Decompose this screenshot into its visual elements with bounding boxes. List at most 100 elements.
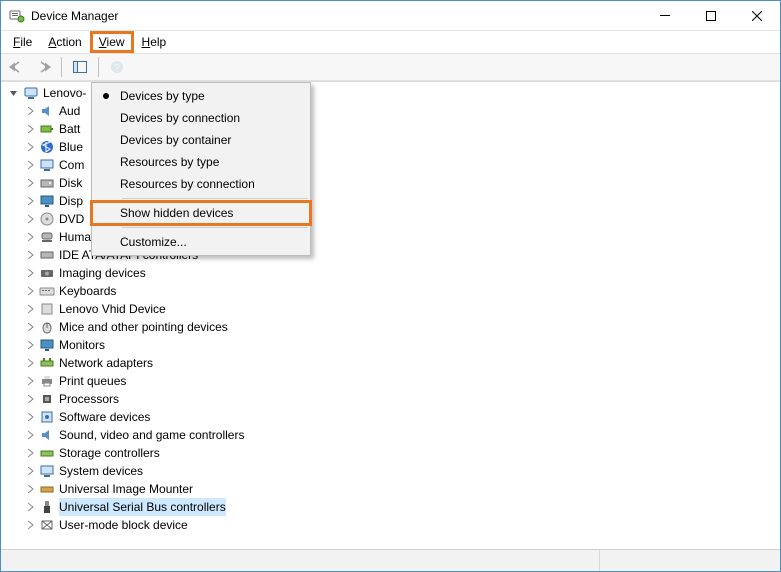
menu-view[interactable]: View — [90, 31, 134, 53]
expander-closed-icon[interactable] — [23, 284, 37, 298]
expander-closed-icon[interactable] — [23, 266, 37, 280]
menu-separator — [122, 198, 308, 199]
expander-closed-icon[interactable] — [23, 194, 37, 208]
expander-closed-icon[interactable] — [23, 176, 37, 190]
expander-closed-icon[interactable] — [23, 374, 37, 388]
tree-item[interactable]: Mice and other pointing devices — [7, 318, 780, 336]
menu-customize[interactable]: Customize... — [92, 231, 310, 253]
menu-file[interactable]: File — [5, 33, 40, 51]
status-cell — [600, 550, 780, 571]
expander-closed-icon[interactable] — [23, 320, 37, 334]
tree-item[interactable]: Network adapters — [7, 354, 780, 372]
radio-selected-icon — [92, 92, 120, 100]
software-icon — [39, 409, 55, 425]
expander-closed-icon[interactable] — [23, 158, 37, 172]
titlebar: Device Manager — [1, 1, 780, 31]
keyboard-icon — [39, 283, 55, 299]
tree-item[interactable]: Keyboards — [7, 282, 780, 300]
monitor-icon — [39, 337, 55, 353]
usb-icon — [39, 499, 55, 515]
expander-closed-icon[interactable] — [23, 302, 37, 316]
tree-item[interactable]: Sound, video and game controllers — [7, 426, 780, 444]
tree-item[interactable]: Print queues — [7, 372, 780, 390]
expander-closed-icon[interactable] — [23, 338, 37, 352]
expander-open-icon[interactable] — [7, 86, 21, 100]
forward-button[interactable] — [31, 56, 55, 78]
expander-closed-icon[interactable] — [23, 230, 37, 244]
block-device-icon — [39, 517, 55, 533]
expander-closed-icon[interactable] — [23, 518, 37, 532]
tree-item[interactable]: System devices — [7, 462, 780, 480]
bluetooth-icon — [39, 139, 55, 155]
menubar: File Action View Help — [1, 31, 780, 53]
menu-resources-by-connection[interactable]: Resources by connection — [92, 173, 310, 195]
storage-icon — [39, 445, 55, 461]
camera-icon — [39, 265, 55, 281]
computer-icon — [39, 157, 55, 173]
menu-devices-by-type[interactable]: Devices by type — [92, 85, 310, 107]
tree-item[interactable]: User-mode block device — [7, 516, 780, 534]
content-area: Lenovo- Aud Batt Blue Com — [1, 81, 780, 549]
ide-icon — [39, 247, 55, 263]
expander-closed-icon[interactable] — [23, 356, 37, 370]
menu-resources-by-type[interactable]: Resources by type — [92, 151, 310, 173]
window-title: Device Manager — [31, 9, 642, 23]
network-icon — [39, 355, 55, 371]
audio-icon — [39, 103, 55, 119]
device-manager-window: Device Manager File Action View Help ? — [0, 0, 781, 572]
back-button[interactable] — [5, 56, 29, 78]
expander-closed-icon[interactable] — [23, 248, 37, 262]
close-button[interactable] — [734, 1, 780, 31]
expander-closed-icon[interactable] — [23, 122, 37, 136]
expander-closed-icon[interactable] — [23, 482, 37, 496]
tree-root-label: Lenovo- — [43, 84, 86, 102]
tree-item[interactable]: Universal Image Mounter — [7, 480, 780, 498]
toolbar: ? — [1, 53, 780, 81]
menu-action[interactable]: Action — [40, 33, 89, 51]
disk-icon — [39, 175, 55, 191]
toolbar-separator — [98, 57, 99, 77]
svg-text:?: ? — [114, 63, 120, 74]
mouse-icon — [39, 319, 55, 335]
expander-closed-icon[interactable] — [23, 140, 37, 154]
expander-closed-icon[interactable] — [23, 464, 37, 478]
minimize-button[interactable] — [642, 1, 688, 31]
show-hide-tree-button[interactable] — [68, 56, 92, 78]
help-button[interactable]: ? — [105, 56, 129, 78]
display-icon — [39, 193, 55, 209]
tree-item[interactable]: Lenovo Vhid Device — [7, 300, 780, 318]
maximize-button[interactable] — [688, 1, 734, 31]
app-icon — [9, 8, 25, 24]
menu-devices-by-container[interactable]: Devices by container — [92, 129, 310, 151]
menu-devices-by-connection[interactable]: Devices by connection — [92, 107, 310, 129]
toolbar-separator — [61, 57, 62, 77]
status-cell — [1, 550, 600, 571]
tree-item-usb[interactable]: Universal Serial Bus controllers — [7, 498, 780, 516]
battery-icon — [39, 121, 55, 137]
hid-icon — [39, 229, 55, 245]
system-icon — [39, 463, 55, 479]
tree-item[interactable]: Software devices — [7, 408, 780, 426]
menu-separator — [122, 227, 308, 228]
expander-closed-icon[interactable] — [23, 428, 37, 442]
tree-item[interactable]: Storage controllers — [7, 444, 780, 462]
tree-item[interactable]: Monitors — [7, 336, 780, 354]
menu-help[interactable]: Help — [134, 33, 175, 51]
expander-closed-icon[interactable] — [23, 446, 37, 460]
mount-icon — [39, 481, 55, 497]
printer-icon — [39, 373, 55, 389]
expander-closed-icon[interactable] — [23, 212, 37, 226]
expander-closed-icon[interactable] — [23, 500, 37, 514]
expander-closed-icon[interactable] — [23, 410, 37, 424]
sound-icon — [39, 427, 55, 443]
menu-show-hidden-devices[interactable]: Show hidden devices — [92, 202, 310, 224]
expander-closed-icon[interactable] — [23, 392, 37, 406]
expander-closed-icon[interactable] — [23, 104, 37, 118]
device-icon — [39, 301, 55, 317]
view-menu-dropdown: Devices by type Devices by connection De… — [91, 82, 311, 256]
computer-icon — [23, 85, 39, 101]
cpu-icon — [39, 391, 55, 407]
tree-item[interactable]: Processors — [7, 390, 780, 408]
dvd-icon — [39, 211, 55, 227]
tree-item[interactable]: Imaging devices — [7, 264, 780, 282]
